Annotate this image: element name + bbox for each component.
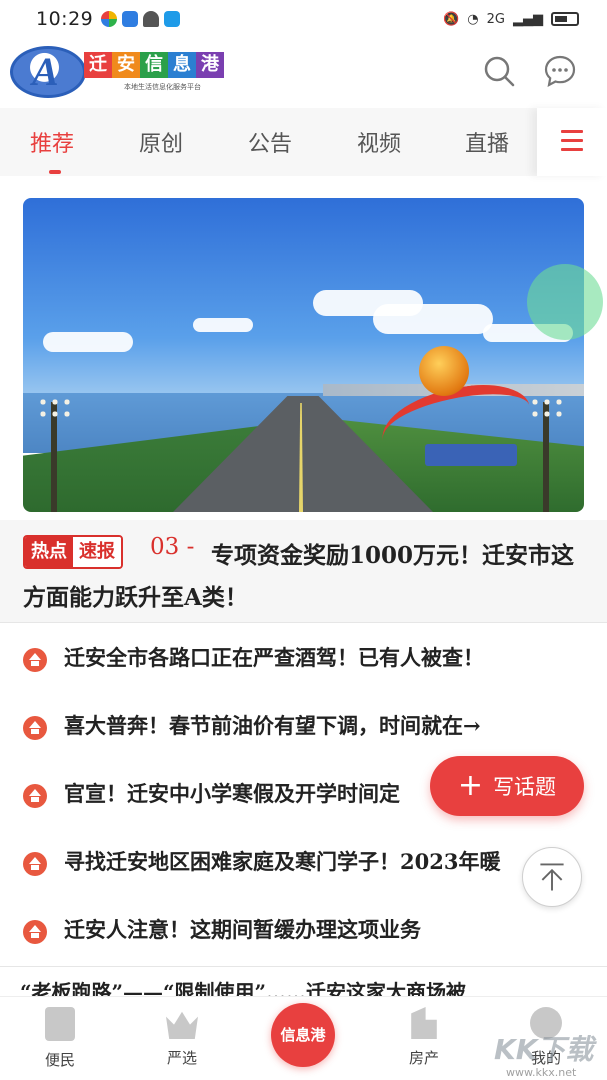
banner-sculpture-sphere <box>419 346 469 396</box>
write-topic-button[interactable]: + 写话题 <box>430 756 584 816</box>
category-tabs: 推荐 原创 公告 视频 直播 <box>0 108 607 176</box>
mute-icon: 🔕 <box>443 11 460 27</box>
app-notification-icon <box>101 11 118 27</box>
logo-subtitle: 本地生活信息化服务平台 <box>124 83 201 91</box>
message-icon[interactable] <box>543 54 577 88</box>
status-indicators: 🔕 ◔ 2G ▂▄▆ <box>443 12 579 27</box>
tab-announcement[interactable]: 公告 <box>248 126 292 158</box>
news-title: 迁安全市各路口正在严查酒驾！已有人被查！ <box>64 645 484 670</box>
banner-cloud <box>373 304 493 334</box>
tab-menu-area <box>537 108 607 176</box>
nav-label: 便民 <box>44 1051 75 1069</box>
app-logo: A 迁 安 信 息 港 本地生活信息化服务平台 <box>6 44 224 102</box>
tab-original[interactable]: 原创 <box>139 126 183 158</box>
tab-live[interactable]: 直播 <box>465 126 509 158</box>
banner-image[interactable] <box>23 198 584 512</box>
plus-icon: + <box>457 768 484 803</box>
nav-info-port[interactable]: 信息港 <box>271 1003 335 1067</box>
badge-hot: 热点 <box>25 537 73 567</box>
logo-char: 息 <box>168 52 196 78</box>
trending-up-icon <box>23 648 47 672</box>
logo-char: 港 <box>196 52 224 78</box>
nav-label: 严选 <box>166 1049 197 1067</box>
news-title: 寻找迁安地区困难家庭及寒门学子！2023年暖 <box>64 849 501 874</box>
banner-cloud <box>43 332 133 352</box>
logo-char: 迁 <box>84 52 112 78</box>
next-article-peek[interactable]: “老板跑路”——“限制使用”……迁安这家大商场被 <box>20 976 600 996</box>
nav-label: 房产 <box>408 1049 439 1067</box>
active-tab-indicator <box>49 170 61 174</box>
write-topic-label: 写话题 <box>493 775 557 799</box>
logo-title: 迁 安 信 息 港 <box>84 52 224 78</box>
watermark-url: www.kkx.net <box>506 1066 577 1079</box>
status-app-icons <box>101 11 181 27</box>
trending-up-icon <box>23 920 47 944</box>
logo-letter: A <box>32 49 59 94</box>
banner-street-lamp <box>37 396 71 512</box>
nav-property[interactable]: 房产 <box>384 1007 464 1068</box>
divider <box>0 622 607 623</box>
news-title: 喜大普奔！春节前油价有望下调，时间就在→ <box>64 713 481 738</box>
banner-street-lamp <box>529 396 563 512</box>
building-icon <box>411 1007 437 1039</box>
tab-video[interactable]: 视频 <box>357 126 401 158</box>
nav-selection[interactable]: 严选 <box>142 1007 222 1068</box>
news-item[interactable]: 迁安人注意！这期间暂缓办理这项业务 <box>0 898 607 964</box>
headline-item[interactable]: 专项资金奖励1000万元！迁安市这方面能力跃升至A类！ 热点 速报 03 - <box>0 520 607 622</box>
banner-sculpture-base <box>425 444 517 466</box>
app-notification-icon <box>143 11 160 27</box>
status-time: 10:29 <box>36 8 94 30</box>
app-notification-icon <box>164 11 181 27</box>
hot-news-badge: 热点 速报 <box>23 535 123 569</box>
banner-cloud <box>193 318 253 332</box>
back-to-top-button[interactable] <box>522 847 582 907</box>
site-watermark: KK下载 www.kkx.net <box>488 1016 606 1080</box>
news-item[interactable]: 喜大普奔！春节前油价有望下调，时间就在→ <box>0 694 607 760</box>
nav-convenience[interactable]: 便民 <box>20 1007 100 1070</box>
status-bar: 10:29 🔕 ◔ 2G ▂▄▆ <box>0 0 607 38</box>
trending-up-icon <box>23 784 47 808</box>
wifi-icon: ◔ <box>467 11 479 27</box>
headline-number: 03 - <box>150 534 195 560</box>
news-item[interactable]: 迁安全市各路口正在严查酒驾！已有人被查！ <box>0 626 607 692</box>
floating-touch-circle[interactable] <box>527 264 603 340</box>
search-icon[interactable] <box>482 54 516 88</box>
battery-icon <box>551 12 579 26</box>
logo-char: 安 <box>112 52 140 78</box>
banner-sky <box>23 198 584 398</box>
news-item[interactable]: 寻找迁安地区困难家庭及寒门学子！2023年暖 <box>0 830 607 896</box>
news-title: 迁安人注意！这期间暂缓办理这项业务 <box>64 917 421 942</box>
app-notification-icon <box>122 11 139 27</box>
trending-up-icon <box>23 852 47 876</box>
trending-up-icon <box>23 716 47 740</box>
convenience-icon <box>45 1007 75 1041</box>
badge-fast: 速报 <box>73 537 121 567</box>
divider <box>0 966 607 967</box>
menu-icon[interactable] <box>561 130 583 152</box>
watermark-text: KK下载 <box>494 1033 594 1066</box>
crown-icon <box>166 1011 198 1039</box>
logo-char: 信 <box>140 52 168 78</box>
signal-icon: ▂▄▆ <box>513 11 543 27</box>
network-label: 2G <box>486 11 505 27</box>
app-header: A 迁 安 信 息 港 本地生活信息化服务平台 <box>0 38 607 108</box>
tab-recommend[interactable]: 推荐 <box>30 126 74 158</box>
